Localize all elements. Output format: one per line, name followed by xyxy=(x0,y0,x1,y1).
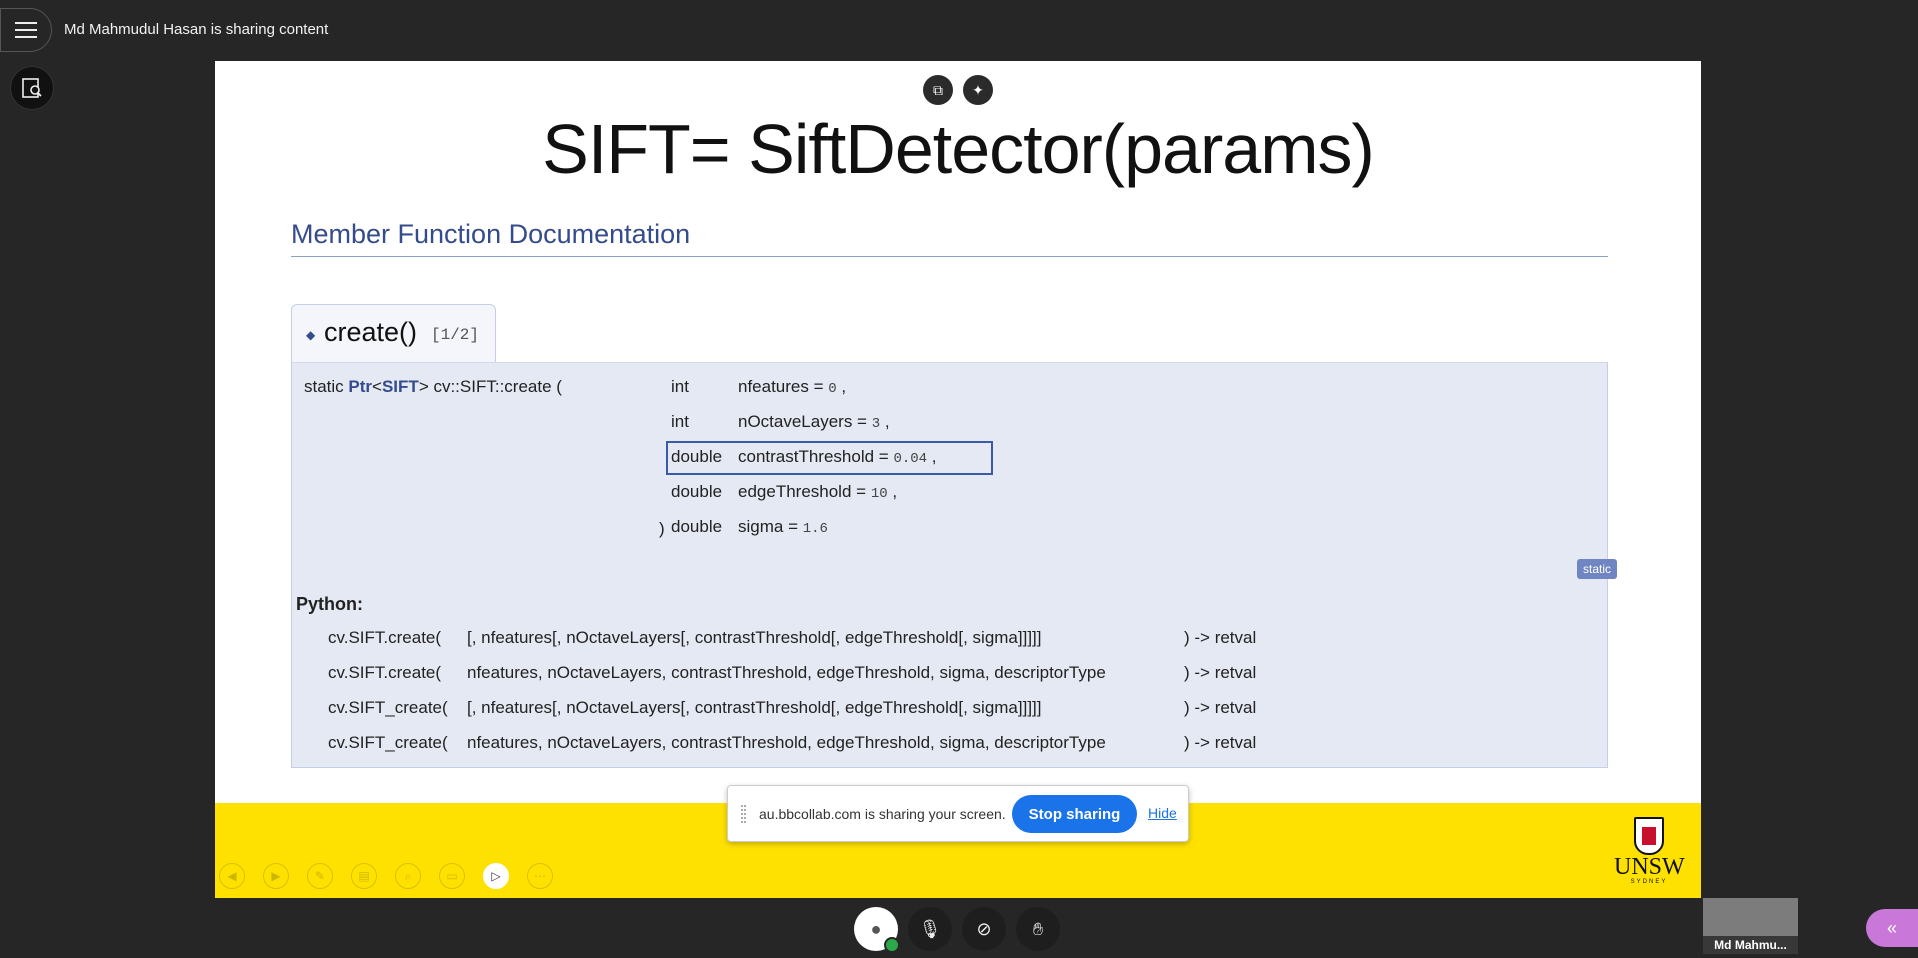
param-name: sigma = 1.6 xyxy=(738,517,828,537)
participant-name: Md Mahmu... xyxy=(1703,936,1798,954)
stop-sharing-button[interactable]: Stop sharing xyxy=(1012,795,1137,833)
more-icon[interactable]: ⋯ xyxy=(527,863,553,889)
python-args: [, nfeatures[, nOctaveLayers[, contrastT… xyxy=(467,628,1042,647)
static-badge: static xyxy=(1577,559,1618,579)
overload-label: [1/2] xyxy=(431,326,480,344)
camera-icon[interactable]: ▷ xyxy=(483,863,509,889)
shared-slide: ⧉ ✦ SIFT= SiftDetector(params) Member Fu… xyxy=(215,61,1701,898)
chevron-left-icon: « xyxy=(1886,917,1897,938)
doc-box: static Ptr<SIFT> cv::SIFT::create ( intn… xyxy=(291,362,1618,768)
zoom-icon xyxy=(22,78,42,98)
subtitles-icon[interactable]: ▭ xyxy=(439,863,465,889)
next-icon[interactable]: ▶ xyxy=(263,863,289,889)
param-label: sigma = xyxy=(738,517,798,536)
crest-icon xyxy=(1634,817,1664,855)
param-default: 1.6 xyxy=(802,521,828,537)
param-name: nOctaveLayers = 3 , xyxy=(738,412,890,432)
session-controls: ● 🎙︎ ⊘ ✋︎ xyxy=(854,907,1060,953)
param-type: int xyxy=(671,377,689,396)
sparkle-icon[interactable]: ✦ xyxy=(963,75,993,105)
participant-video[interactable]: Md Mahmu... xyxy=(1703,898,1798,954)
python-fn: cv.SIFT.create( xyxy=(328,628,442,647)
function-name: create() xyxy=(324,317,418,347)
param-label: nfeatures = xyxy=(738,377,824,396)
python-args: nfeatures, nOctaveLayers, contrastThresh… xyxy=(467,663,1106,682)
my-status-button[interactable]: ● xyxy=(854,907,900,953)
drag-handle-icon[interactable] xyxy=(741,805,746,823)
param-separator: , xyxy=(892,482,898,501)
pages-icon[interactable]: ▤ xyxy=(351,863,377,889)
selection-highlight xyxy=(666,441,993,475)
python-return: ) -> retval xyxy=(1184,628,1257,647)
sharing-title: Md Mahmudul Hasan is sharing content xyxy=(64,21,329,38)
param-separator: , xyxy=(841,377,847,396)
python-fn: cv.SIFT_create( xyxy=(328,698,448,717)
python-args: [, nfeatures[, nOctaveLayers[, contrastT… xyxy=(467,698,1042,717)
function-tab: ◆ create() [1/2] xyxy=(291,304,496,364)
python-return: ) -> retval xyxy=(1184,733,1257,752)
python-return: ) -> retval xyxy=(1184,663,1257,682)
logo-text: UNSW xyxy=(1614,854,1685,880)
python-label: Python: xyxy=(296,594,363,614)
top-bar: Md Mahmudul Hasan is sharing content xyxy=(0,0,1918,60)
unsw-logo: UNSW SYDNEY xyxy=(1614,817,1685,885)
param-separator: , xyxy=(884,412,890,431)
doc-heading: Member Function Documentation xyxy=(291,219,691,249)
status-ok-icon xyxy=(884,937,900,953)
param-label: edgeThreshold = xyxy=(738,482,867,501)
python-fn: cv.SIFT_create( xyxy=(328,733,448,752)
mic-muted-icon[interactable]: 🎙︎ xyxy=(908,907,952,951)
share-message: au.bbcollab.com is sharing your screen. xyxy=(759,806,1006,822)
slide-controls: ◀ ▶ ✎ ▤ ⌕ ▭ ▷ ⋯ xyxy=(219,863,553,889)
param-default: 0 xyxy=(828,381,837,397)
search-icon[interactable]: ⌕ xyxy=(395,863,421,889)
param-type: double xyxy=(671,482,723,501)
zoom-content-button[interactable] xyxy=(10,66,54,110)
param-label: nOctaveLayers = xyxy=(738,412,867,431)
camera-off-icon[interactable]: ⊘ xyxy=(962,907,1006,951)
param-default: 10 xyxy=(870,486,888,502)
hide-link[interactable]: Hide xyxy=(1148,805,1177,821)
python-return: ) -> retval xyxy=(1184,698,1257,717)
param-type: int xyxy=(671,412,689,431)
python-args: nfeatures, nOctaveLayers, contrastThresh… xyxy=(467,733,1106,752)
param-name: nfeatures = 0 , xyxy=(738,377,846,397)
collaborate-panel-button[interactable]: « xyxy=(1866,909,1918,947)
diamond-icon: ◆ xyxy=(306,328,316,342)
menu-button[interactable] xyxy=(0,8,52,52)
slide-tools: ⧉ ✦ xyxy=(923,75,993,105)
raise-hand-icon[interactable]: ✋︎ xyxy=(1016,907,1060,951)
param-default: 3 xyxy=(871,416,881,432)
signature-close: ) xyxy=(659,519,665,538)
pen-icon[interactable]: ✎ xyxy=(307,863,333,889)
pop-out-icon[interactable]: ⧉ xyxy=(923,75,953,105)
python-fn: cv.SIFT.create( xyxy=(328,663,442,682)
signature-prefix: static Ptr<SIFT> cv::SIFT::create ( xyxy=(304,377,562,396)
slide-title: SIFT= SiftDetector(params) xyxy=(542,110,1375,188)
divider xyxy=(291,256,1608,257)
user-icon: ● xyxy=(870,918,882,939)
screen-share-banner: au.bbcollab.com is sharing your screen. … xyxy=(727,785,1189,842)
param-type: double xyxy=(671,517,723,536)
prev-icon[interactable]: ◀ xyxy=(219,863,245,889)
param-name: edgeThreshold = 10 , xyxy=(738,482,897,502)
hamburger-icon xyxy=(15,29,37,31)
